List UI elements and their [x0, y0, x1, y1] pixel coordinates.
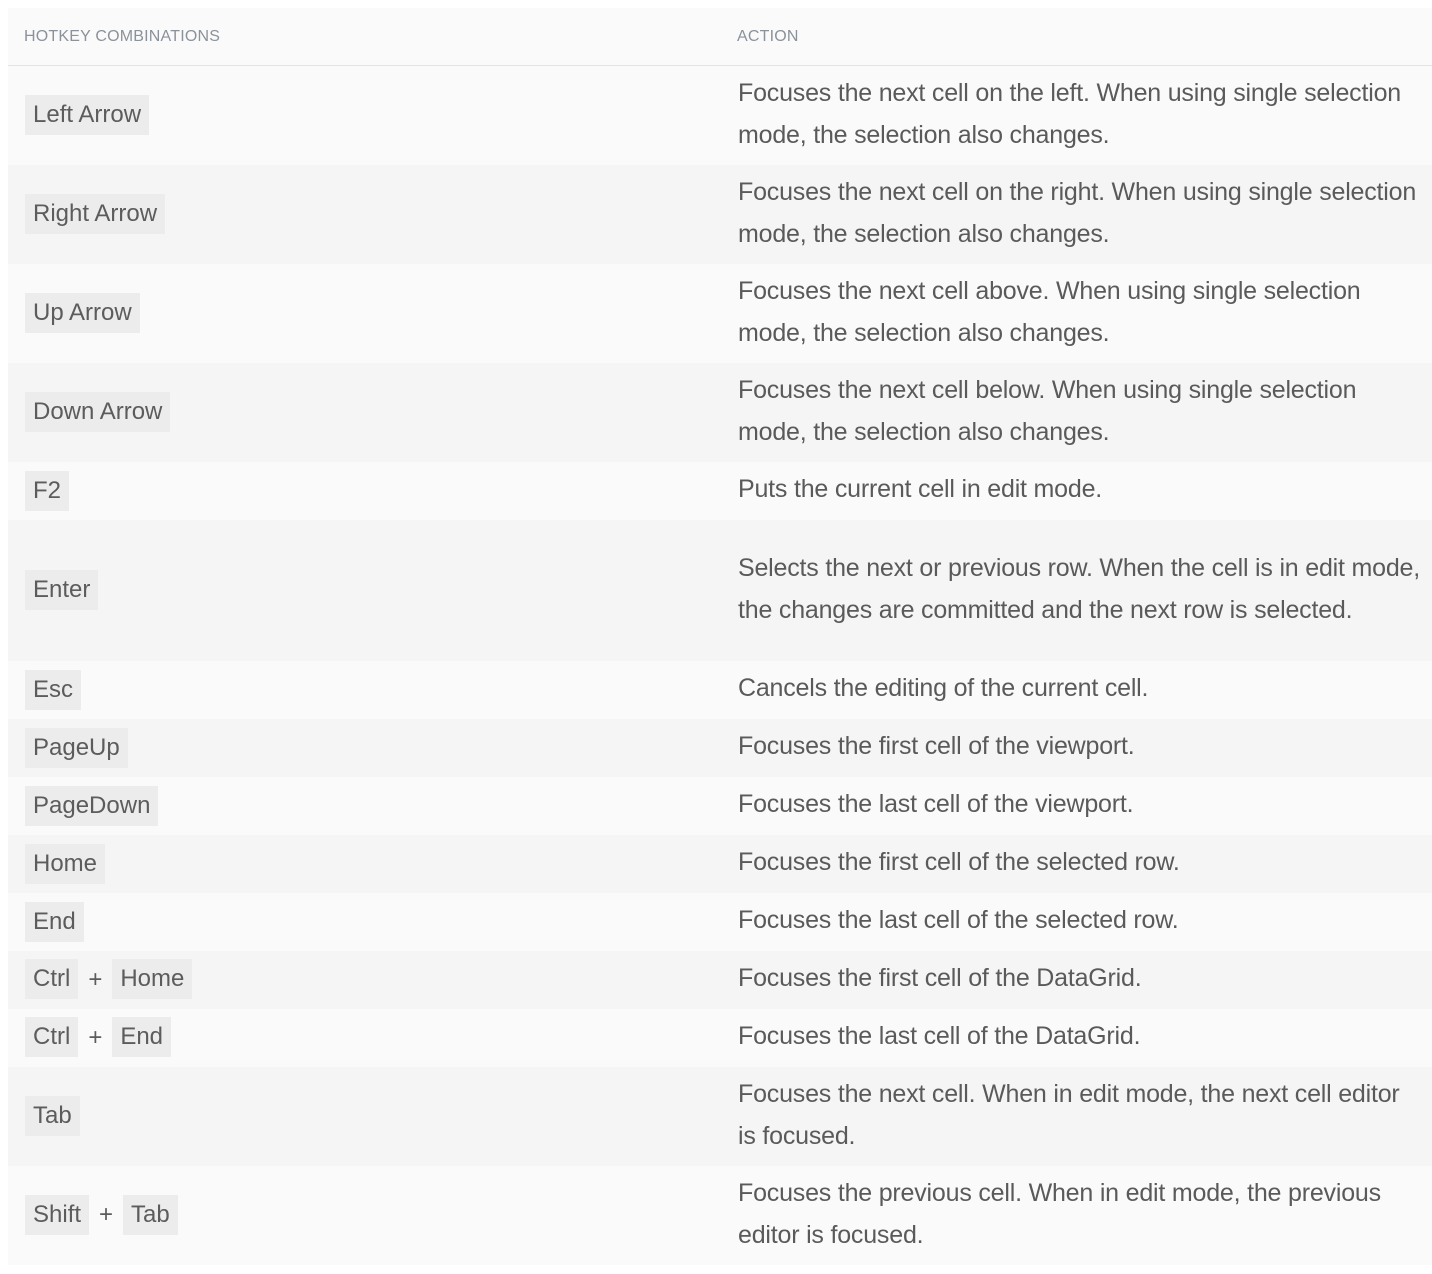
key-chip: End — [25, 901, 84, 942]
hotkey-cell: PageUp — [8, 719, 721, 777]
key-chip: Up Arrow — [25, 293, 140, 334]
action-description: Cancels the editing of the current cell. — [721, 661, 1432, 719]
key-chip: PageUp — [25, 727, 128, 768]
action-description: Focuses the first cell of the selected r… — [721, 835, 1432, 893]
column-header-hotkeys: Hotkey Combinations — [8, 8, 721, 66]
table-header: Hotkey Combinations Action — [8, 8, 1432, 66]
hotkey-cell: Right Arrow — [8, 165, 721, 264]
hotkeys-table: Hotkey Combinations Action Left Arrow Foc… — [8, 8, 1432, 1265]
key-chip: Tab — [25, 1096, 80, 1137]
action-description: Focuses the last cell of the DataGrid. — [721, 1009, 1432, 1067]
action-description: Focuses the next cell. When in edit mode… — [721, 1067, 1432, 1166]
table-row: F2 Puts the current cell in edit mode. — [8, 462, 1432, 520]
hotkey-cell: Tab — [8, 1067, 721, 1166]
hotkey-cell: Shift + Tab — [8, 1166, 721, 1265]
key-chip: Ctrl — [25, 1017, 79, 1058]
column-header-action: Action — [721, 8, 1432, 66]
action-description: Focuses the next cell on the right. When… — [721, 165, 1432, 264]
table-row: Ctrl + End Focuses the last cell of the Dat… — [8, 1009, 1432, 1067]
action-description: Puts the current cell in edit mode. — [721, 462, 1432, 520]
key-chip: Enter — [25, 570, 99, 611]
action-description: Focuses the last cell of the viewport. — [721, 777, 1432, 835]
table-row: Esc Cancels the editing of the current ce… — [8, 661, 1432, 719]
hotkey-cell: Left Arrow — [8, 65, 721, 165]
action-description: Selects the next or previous row. When t… — [721, 520, 1432, 661]
key-chip: Right Arrow — [25, 194, 166, 235]
hotkey-cell: End — [8, 893, 721, 951]
key-chip: Ctrl — [25, 959, 79, 1000]
hotkey-cell: F2 — [8, 462, 721, 520]
action-description: Focuses the next cell above. When using … — [721, 264, 1432, 363]
table-row: Enter Selects the next or previous row. W… — [8, 520, 1432, 661]
table-row: Tab Focuses the next cell. When in edit m… — [8, 1067, 1432, 1166]
action-description: Focuses the next cell on the left. When … — [721, 65, 1432, 165]
header-row: Hotkey Combinations Action — [8, 8, 1432, 66]
key-chip: End — [112, 1017, 172, 1058]
key-chip: Home — [25, 843, 106, 884]
hotkeys-table-container: Hotkey Combinations Action Left Arrow Foc… — [8, 8, 1432, 1265]
key-separator: + — [88, 1023, 103, 1051]
action-description: Focuses the last cell of the selected ro… — [721, 893, 1432, 951]
table-row: Down Arrow Focuses the next cell below. W… — [8, 363, 1432, 462]
key-chip: Home — [112, 959, 193, 1000]
table-row: Home Focuses the first cell of the select… — [8, 835, 1432, 893]
action-description: Focuses the next cell below. When using … — [721, 363, 1432, 462]
action-description: Focuses the first cell of the viewport. — [721, 719, 1432, 777]
key-chip: Esc — [25, 669, 82, 710]
key-separator: + — [88, 965, 103, 993]
hotkey-cell: Up Arrow — [8, 264, 721, 363]
table-row: PageUp Focuses the first cell of the view… — [8, 719, 1432, 777]
hotkey-cell: Ctrl + Home — [8, 951, 721, 1009]
key-separator: + — [99, 1201, 114, 1229]
table-row: Up Arrow Focuses the next cell above. Whe… — [8, 264, 1432, 363]
key-chip: Tab — [123, 1194, 178, 1235]
key-chip: PageDown — [25, 785, 159, 826]
action-description: Focuses the first cell of the DataGrid. — [721, 951, 1432, 1009]
hotkey-cell: Enter — [8, 520, 721, 661]
table-row: End Focuses the last cell of the selected… — [8, 893, 1432, 951]
table-body: Left Arrow Focuses the next cell on the l… — [8, 65, 1432, 1265]
key-chip: Left Arrow — [25, 95, 150, 136]
table-row: Shift + Tab Focuses the previous cell. When… — [8, 1166, 1432, 1265]
hotkey-cell: PageDown — [8, 777, 721, 835]
key-chip: Down Arrow — [25, 392, 171, 433]
table-row: Ctrl + Home Focuses the first cell of the D… — [8, 951, 1432, 1009]
hotkey-cell: Down Arrow — [8, 363, 721, 462]
hotkey-cell: Esc — [8, 661, 721, 719]
hotkey-cell: Ctrl + End — [8, 1009, 721, 1067]
table-row: PageDown Focuses the last cell of the vie… — [8, 777, 1432, 835]
key-chip: F2 — [25, 470, 70, 511]
hotkey-cell: Home — [8, 835, 721, 893]
table-row: Right Arrow Focuses the next cell on the … — [8, 165, 1432, 264]
key-chip: Shift — [25, 1194, 90, 1235]
action-description: Focuses the previous cell. When in edit … — [721, 1166, 1432, 1265]
table-row: Left Arrow Focuses the next cell on the l… — [8, 65, 1432, 165]
